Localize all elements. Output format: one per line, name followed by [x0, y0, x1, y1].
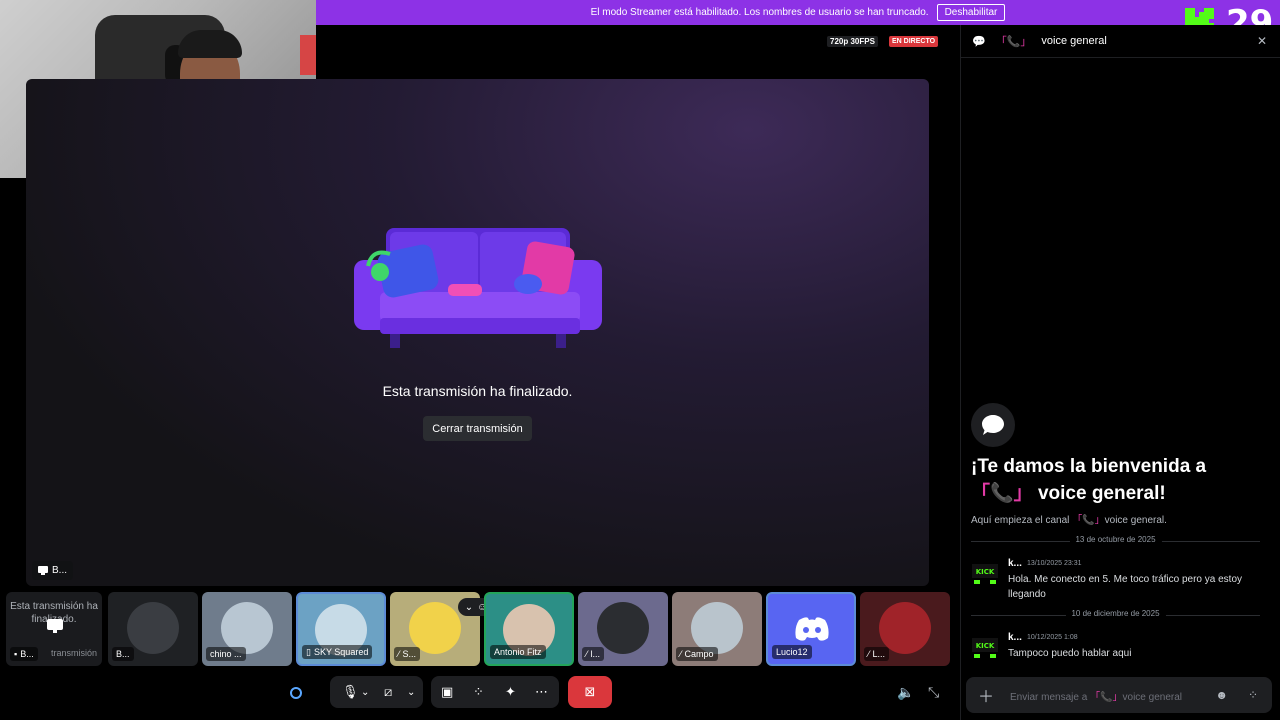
participant-tile[interactable]: B...	[108, 592, 198, 666]
channel-call-icon: 「📞」	[1072, 515, 1105, 526]
chat-header: 💬 「📞」 voice general	[960, 25, 1280, 58]
screen-share-icon[interactable]: ▣	[441, 684, 453, 700]
screen-icon: ▪	[14, 649, 18, 659]
message-text: Hola. Me conecto en 5. Me toco tráfico p…	[1008, 574, 1243, 600]
participant-tile[interactable]: Lucio12	[766, 592, 856, 666]
message-author: k...	[1008, 558, 1022, 569]
app-root: El modo Streamer está habilitado. Los no…	[0, 0, 1280, 720]
channel-call-icon: 「📞」	[1090, 691, 1123, 703]
welcome-title: ¡Te damos la bienvenida a 「📞」 voice gene…	[971, 453, 1261, 507]
svg-text:KICK: KICK	[976, 642, 995, 650]
welcome-subtitle: Aquí empieza el canal 「📞」voice general.	[971, 515, 1167, 526]
svg-text:KICK: KICK	[976, 568, 995, 576]
welcome-title-line2: 「📞」 voice general!	[971, 483, 1166, 504]
participant-tile[interactable]: ▯ SKY Squared	[296, 592, 386, 666]
streamer-tag: B...	[32, 561, 74, 580]
discord-logo-icon	[795, 617, 829, 641]
streamer-mode-banner: El modo Streamer está habilitado. Los no…	[316, 0, 1280, 25]
soundboard-icon[interactable]: ✦	[505, 684, 516, 700]
activity-controls: ▣ ⁘ ✦ ⋯	[431, 676, 559, 708]
tile-extra-text: transmisión	[51, 648, 98, 658]
channel-call-icon: 「📞」	[971, 483, 1033, 504]
participant-tile[interactable]: ⁄ l...	[578, 592, 668, 666]
muted-icon: ⁄	[868, 649, 870, 659]
screen-share-icon	[47, 619, 63, 633]
streamer-tag-label: B...	[52, 565, 68, 576]
resolution-badge: 720p 30FPS	[827, 36, 878, 47]
apps-icon[interactable]: ⁘	[1248, 688, 1258, 702]
screen-icon	[38, 566, 48, 575]
stop-screen-share-icon: ⊠	[584, 684, 596, 699]
camera-off-icon[interactable]: ⧄	[384, 684, 392, 700]
date-divider: 10 de diciembre de 2025	[971, 609, 1260, 618]
chat-bubble-icon: 💬	[972, 35, 986, 48]
streamer-hair	[178, 30, 242, 58]
phone-icon: ▯	[306, 647, 311, 657]
message-time: 10/12/2025 1:08	[1027, 634, 1078, 641]
chat-channel-name: voice general	[1041, 35, 1107, 47]
empty-couch-illustration	[354, 228, 602, 348]
message-input[interactable]: ＋ Enviar mensaje a 「📞」voice general ☻ ⁘	[966, 677, 1272, 713]
tile-label: ⁄ Campo	[676, 647, 718, 661]
user-avatar: KICK	[972, 564, 998, 584]
message-text: Tampoco puedo hablar aqui	[1008, 648, 1132, 659]
activity-icon[interactable]	[289, 686, 303, 700]
live-badge: EN DIRECTO	[889, 36, 939, 47]
chevron-down-icon: ⌄	[464, 601, 474, 613]
muted-icon: ⁄	[680, 649, 682, 659]
tile-label: ▪ B...	[10, 647, 38, 661]
tile-label: chino ...	[206, 647, 246, 661]
more-options-icon[interactable]: ⋯	[535, 684, 548, 700]
tile-label: ⁄ L...	[864, 647, 890, 661]
mic-camera-group: 🎙 ⌄ ⧄ ⌄	[330, 676, 423, 708]
avatar	[127, 602, 179, 654]
tile-label: B...	[112, 647, 134, 661]
activities-icon[interactable]: ⁘	[473, 684, 484, 700]
tile-label: Antonio Fitz	[490, 645, 546, 659]
close-icon[interactable]: ✕	[1257, 34, 1267, 48]
participant-tile[interactable]: ⁄ L...	[860, 592, 950, 666]
emoji-icon[interactable]: ☻	[1215, 688, 1228, 702]
participant-tile[interactable]: Antonio Fitz	[484, 592, 574, 666]
participant-tile[interactable]: chino ...	[202, 592, 292, 666]
muted-icon: ⁄	[586, 649, 588, 659]
stream-ended-message: Esta transmisión ha finalizado.	[382, 383, 573, 399]
tile-label: ⁄ S...	[394, 647, 421, 661]
message-time: 13/10/2025 23:31	[1027, 560, 1082, 567]
message-author: k...	[1008, 632, 1022, 643]
microphone-icon[interactable]: 🎙	[342, 684, 359, 700]
banner-text: El modo Streamer está habilitado. Los no…	[590, 7, 929, 18]
chevron-down-icon[interactable]: ⌄	[361, 687, 369, 698]
close-stream-button[interactable]: Cerrar transmisión	[423, 416, 532, 441]
avatar	[597, 602, 649, 654]
exit-fullscreen-icon[interactable]: ⤡	[928, 684, 939, 701]
welcome-chat-icon	[971, 403, 1015, 447]
welcome-title-line1: ¡Te damos la bienvenida a	[971, 456, 1207, 477]
add-attachment-icon[interactable]: ＋	[978, 683, 994, 707]
participant-strip: Esta transmisión ha finalizado. ▪B... tr…	[0, 592, 960, 666]
message-input-placeholder: Enviar mensaje a 「📞」voice general	[1010, 691, 1182, 703]
date-divider: 13 de octubre de 2025	[971, 535, 1260, 544]
participant-tile[interactable]: ⁄ Campo	[672, 592, 762, 666]
channel-call-icon: 「📞」	[995, 36, 1032, 48]
end-stream-button[interactable]: ⊠	[568, 676, 612, 708]
user-avatar: KICK	[972, 638, 998, 658]
tile-label: ⁄ l...	[582, 647, 605, 661]
muted-icon: ⁄	[398, 649, 400, 659]
tile-label: ▯ SKY Squared	[302, 645, 373, 659]
volume-icon[interactable]: 🔈	[897, 684, 914, 701]
chevron-down-icon[interactable]: ⌄	[407, 687, 415, 698]
background-object	[300, 35, 316, 75]
tile-label: Lucio12	[772, 645, 812, 659]
participant-tile[interactable]: Esta transmisión ha finalizado. ▪B... tr…	[6, 592, 102, 666]
disable-streamer-mode-button[interactable]: Deshabilitar	[936, 4, 1006, 21]
